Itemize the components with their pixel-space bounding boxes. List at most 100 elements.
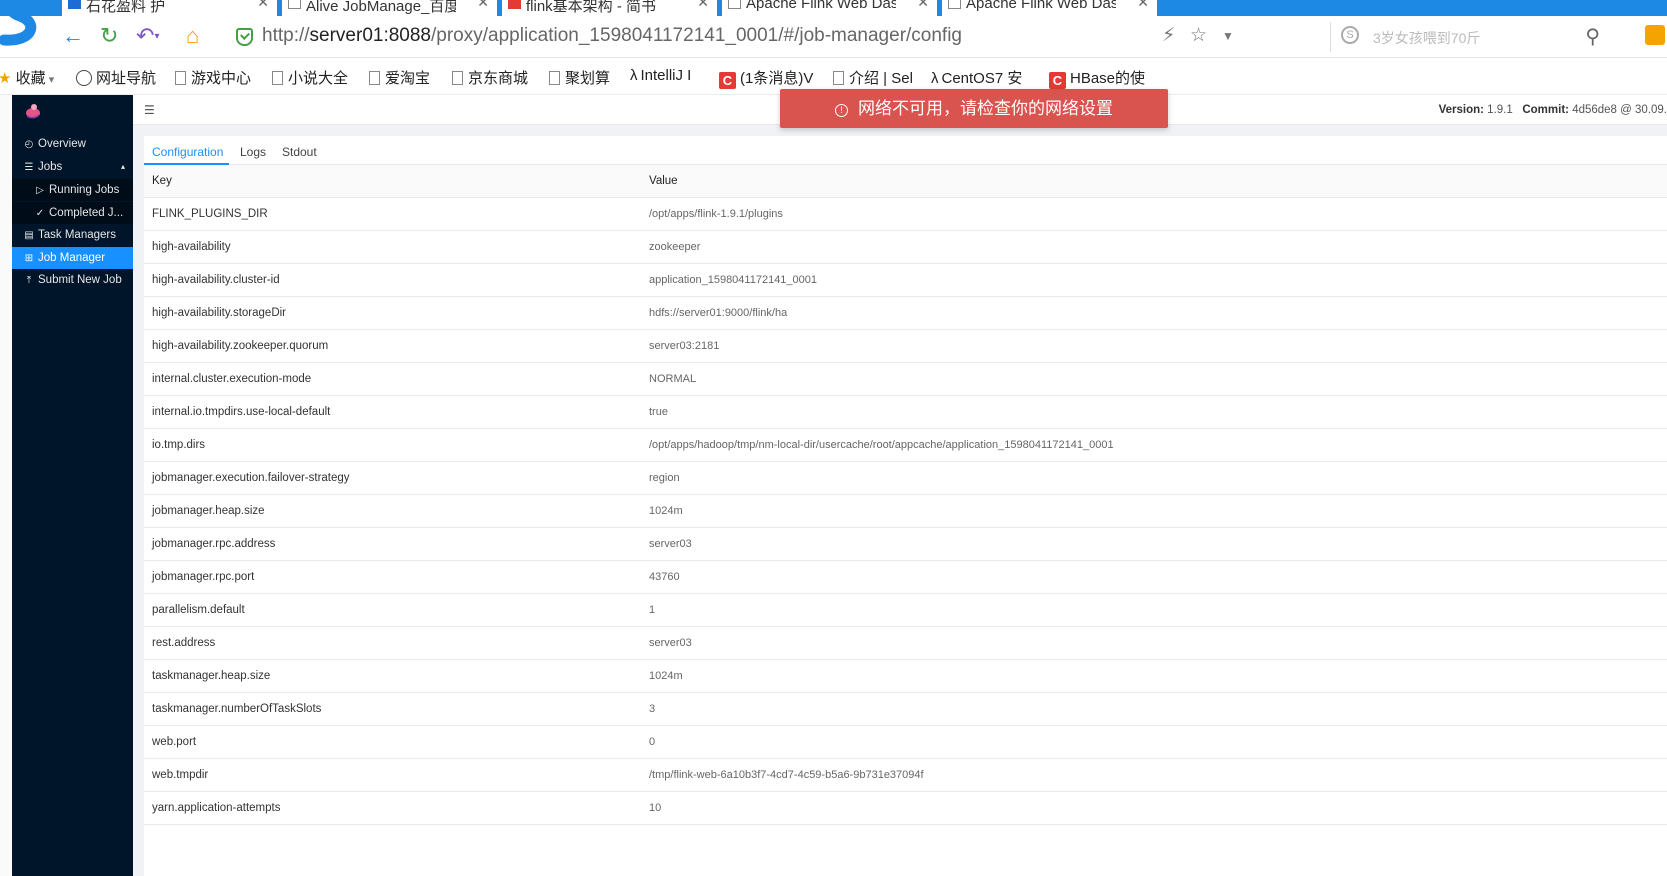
config-value-cell: 0 [641,725,1667,759]
search-icon[interactable]: ⚲ [1585,24,1600,49]
browser-tab-label: Apache Flink Web Das [966,0,1116,12]
bookmark-label: HBase的使 [1070,70,1146,87]
config-key-cell: jobmanager.rpc.port [144,560,641,594]
sidebar-item-label: Jobs [38,161,63,173]
reload-icon[interactable]: ↻ [100,24,118,48]
table-row: taskmanager.numberOfTaskSlots 3 [144,692,1667,726]
column-header-key[interactable]: Key [144,165,641,198]
config-value-cell: region [641,461,1667,495]
bookmark-item[interactable]: 聚划算 [549,67,610,88]
browser-tab[interactable]: Apache Flink Web Das ✕ [722,0,937,16]
tab-logs[interactable]: Logs [240,145,266,159]
table-row: high-availability.storageDir hdfs://serve… [144,296,1667,330]
close-tab-icon[interactable]: ✕ [477,0,489,11]
search-box[interactable]: S 3岁女孩喂到70斤 ⚲ [1330,22,1610,52]
dropdown-arrow-icon[interactable]: ▼ [1222,29,1234,43]
table-row: jobmanager.rpc.address server03 [144,527,1667,561]
sidebar-item-task-managers[interactable]: ▤ Task Managers [12,224,133,246]
sidebar-item-running-jobs[interactable]: ▷ Running Jobs [12,179,133,201]
extension-icon[interactable] [1645,25,1665,45]
close-tab-icon[interactable]: ✕ [1137,0,1149,11]
close-tab-icon[interactable]: ✕ [257,0,269,11]
bookmark-item[interactable]: ★ 收藏 ▾ [0,67,54,88]
config-key-cell: parallelism.default [144,593,641,627]
config-value-cell: server03:2181 [641,329,1667,363]
tab-favicon-icon [288,0,301,9]
network-error-toast: ! 网络不可用，请检查你的网络设置 [780,89,1168,128]
config-key-cell: FLINK_PLUGINS_DIR [144,197,641,231]
config-value-cell: /tmp/flink-web-6a10b3f7-4cd7-4c59-b5a6-9… [641,758,1667,792]
url-text: http://server01:8088/proxy/application_1… [262,25,962,46]
table-row: FLINK_PLUGINS_DIR/opt/apps/flink-1.9.1/p… [144,197,1667,231]
bookmark-item[interactable]: 游戏中心 [175,67,251,88]
config-key-cell: high-availability [144,230,641,264]
browser-tab-strip: 石花盈料 护 ✕ Alive JobManage_百度 ✕ flink基本架构 - 简书… [0,0,1667,16]
table-row: web.tmpdir/tmp/flink-web-6a10b3f7-4cd7-4… [144,758,1667,792]
config-value-cell: hdfs://server01:9000/flink/ha [641,296,1667,330]
browser-tab[interactable]: Alive JobManage_百度 ✕ [282,0,497,16]
sidebar-item-label: Completed J... [49,207,124,219]
bookmark-item[interactable]: 京东商城 [452,67,528,88]
bookmark-item[interactable]: 爱淘宝 [369,67,430,88]
config-value-cell: server03 [641,527,1667,561]
address-bar-row: ← ↻ ↶▾ ⌂ http://server01:8088/proxy/appl… [0,16,1667,58]
back-icon[interactable]: ← [62,24,84,48]
csdn-icon: C [1049,72,1066,89]
close-tab-icon[interactable]: ✕ [697,0,709,11]
url-field[interactable]: http://server01:8088/proxy/application_1… [228,22,1493,52]
bookmark-item[interactable]: 小说大全 [272,67,348,88]
config-value-cell: /opt/apps/hadoop/tmp/nm-local-dir/userca… [641,428,1667,462]
sidebar-item-jobs[interactable]: ☰ Jobs ▴ [12,156,133,178]
sidebar-item-job-manager[interactable]: ⊞ Job Manager [12,247,133,269]
check-circle-icon: ✓ [35,208,45,219]
config-key-cell: internal.io.tmpdirs.use-local-default [144,395,641,429]
globe-icon [76,70,92,86]
page-icon [175,71,186,85]
page-icon [272,71,283,85]
claw-icon: λ [931,70,939,87]
tab-configuration[interactable]: Configuration [152,145,223,159]
tab-favicon-icon [728,0,741,9]
bookmark-item[interactable]: C (1条消息)V [719,67,813,89]
bookmark-label: 小说大全 [288,70,349,87]
config-key-cell: io.tmp.dirs [144,428,641,462]
column-header-value[interactable]: Value [641,165,1667,198]
config-value-cell: 10 [641,791,1667,825]
table-row: jobmanager.heap.size 1024m [144,494,1667,528]
sidebar-item-completed-j[interactable]: ✓ Completed J... [12,202,133,224]
info-icon: ! [835,104,848,117]
browser-tab-label: 石花盈料 护 [86,0,166,15]
config-value-cell: NORMAL [641,362,1667,396]
config-key-cell: high-availability.zookeeper.quorum [144,329,641,363]
table-row: parallelism.default 1 [144,593,1667,627]
config-value-cell: 1 [641,593,1667,627]
config-key-cell: high-availability.storageDir [144,296,641,330]
search-input[interactable]: 3岁女孩喂到70斤 [1373,28,1480,48]
bookmark-label: 爱淘宝 [385,70,431,87]
undo-icon[interactable]: ↶▾ [136,23,159,49]
bookmark-item[interactable]: C HBase的使 [1049,67,1145,89]
config-table: Key Value FLINK_PLUGINS_DIR/opt/apps/fli… [144,165,1667,825]
close-tab-icon[interactable]: ✕ [917,0,929,11]
bookmark-item[interactable]: λ IntelliJ I [630,67,691,84]
browser-tab[interactable]: 石花盈料 护 ✕ [62,0,277,16]
browser-tab[interactable]: flink基本架构 - 简书 ✕ [502,0,717,16]
browser-tab[interactable]: Apache Flink Web Das ✕ [942,0,1157,16]
browser-logo-icon [0,0,37,46]
config-key-cell: web.port [144,725,641,759]
bookmark-item[interactable]: 介绍 | Sel [833,67,913,88]
lightning-icon[interactable]: ⚡ [1162,24,1175,47]
tab-stdout[interactable]: Stdout [282,145,317,159]
page-icon [549,71,560,85]
home-icon[interactable]: ⌂ [186,24,199,48]
bookmark-item[interactable]: 网址导航 [76,67,156,88]
config-key-cell: web.tmpdir [144,758,641,792]
bookmark-label: IntelliJ I [640,67,692,84]
bookmark-item[interactable]: λ CentOS7 安 [931,67,1022,88]
star-bookmark-icon[interactable]: ☆ [1190,24,1207,47]
sidebar-item-submit-new-job[interactable]: ⤒ Submit New Job [12,269,133,291]
sidebar-item-overview[interactable]: ◴ Overview [12,133,133,155]
config-value-cell: 1024m [641,659,1667,693]
menu-fold-icon[interactable]: ☰ [144,103,155,117]
browser-tab-label: Apache Flink Web Das [746,0,896,12]
